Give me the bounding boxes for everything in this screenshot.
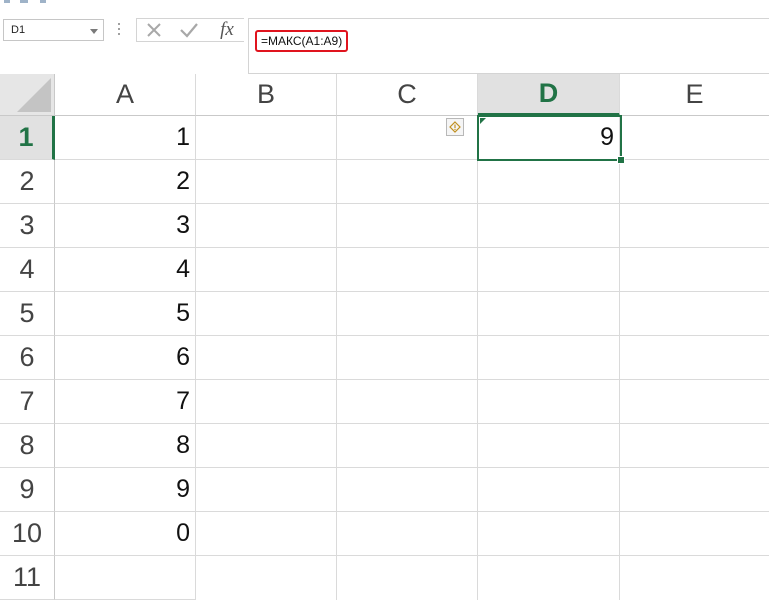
column-header-c[interactable]: C <box>337 74 478 116</box>
enter-checkmark-icon[interactable] <box>177 19 201 41</box>
row-header-1[interactable]: 1 <box>0 116 55 160</box>
title-strip <box>0 0 769 8</box>
row-header-9[interactable]: 9 <box>0 468 55 512</box>
cell-a7[interactable]: 7 <box>55 380 196 424</box>
column-header-d[interactable]: D <box>478 74 620 116</box>
cell-a6[interactable]: 6 <box>55 336 196 380</box>
insert-function-button[interactable]: fx <box>213 19 241 41</box>
cell-a1[interactable]: 1 <box>55 116 196 160</box>
grid-lines <box>196 159 769 556</box>
row-header-6[interactable]: 6 <box>0 336 55 380</box>
row-header-11[interactable]: 11 <box>0 556 55 600</box>
name-box-value: D1 <box>11 24 26 36</box>
formula-bar-area: D1 fx =МАКС(A1:A9) <box>0 8 769 74</box>
chevron-down-icon[interactable] <box>90 29 98 34</box>
cell-a8[interactable]: 8 <box>55 424 196 468</box>
quick-access-icon[interactable] <box>4 0 10 3</box>
name-box[interactable]: D1 <box>3 19 104 41</box>
cell-a5[interactable]: 5 <box>55 292 196 336</box>
row-header-5[interactable]: 5 <box>0 292 55 336</box>
row-header-3[interactable]: 3 <box>0 204 55 248</box>
column-header-b[interactable]: B <box>196 74 337 116</box>
column-header-e[interactable]: E <box>620 74 769 116</box>
formula-buttons: fx <box>136 18 244 42</box>
active-cell-border <box>477 115 622 161</box>
cancel-icon[interactable] <box>143 19 165 41</box>
undo-icon[interactable] <box>20 0 28 3</box>
row-header-7[interactable]: 7 <box>0 380 55 424</box>
redo-icon[interactable] <box>40 0 46 3</box>
error-warning-icon[interactable] <box>446 118 464 136</box>
select-all-button[interactable] <box>0 74 55 116</box>
fill-handle[interactable] <box>617 156 625 164</box>
formula-text: =МАКС(A1:A9) <box>255 30 349 52</box>
row-header-10[interactable]: 10 <box>0 512 55 556</box>
cell-a10[interactable]: 0 <box>55 512 196 556</box>
cell-a9[interactable]: 9 <box>55 468 196 512</box>
row-header-8[interactable]: 8 <box>0 424 55 468</box>
error-indicator-icon <box>480 118 486 124</box>
column-header-a[interactable]: A <box>55 74 196 116</box>
cell-a4[interactable]: 4 <box>55 248 196 292</box>
cell-a3[interactable]: 3 <box>55 204 196 248</box>
cell-a2[interactable]: 2 <box>55 160 196 204</box>
row-header-4[interactable]: 4 <box>0 248 55 292</box>
row-header-2[interactable]: 2 <box>0 160 55 204</box>
cell-a11[interactable] <box>55 556 196 600</box>
drag-handle-icon[interactable] <box>118 23 121 39</box>
